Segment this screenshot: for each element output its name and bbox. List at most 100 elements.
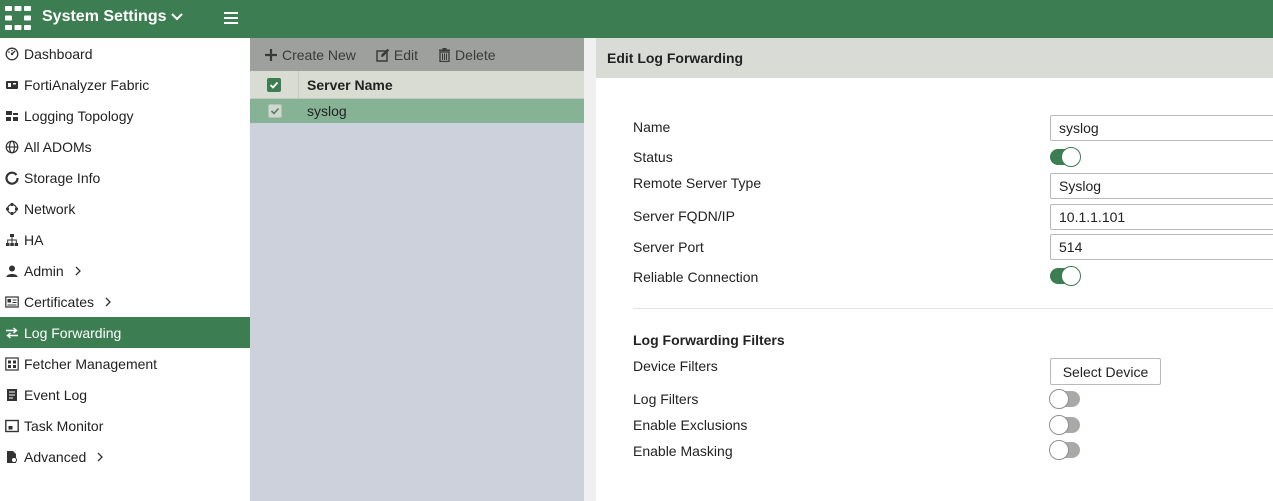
topology-icon (5, 109, 19, 123)
reliable-connection-toggle[interactable] (1050, 266, 1081, 286)
name-label: Name (633, 119, 671, 135)
status-toggle[interactable] (1050, 147, 1081, 167)
edit-button[interactable]: Edit (376, 47, 418, 63)
create-new-button[interactable]: Create New (264, 47, 356, 63)
advanced-icon (5, 450, 19, 464)
hamburger-icon[interactable] (222, 9, 240, 27)
toggle-knob (1049, 415, 1069, 435)
ha-icon (5, 233, 19, 247)
enable-masking-label: Enable Masking (633, 443, 733, 459)
section-divider (633, 308, 1273, 309)
edit-panel-title: Edit Log Forwarding (596, 38, 1273, 78)
chevron-right-icon (96, 452, 104, 462)
sidebar-item-task-monitor[interactable]: Task Monitor (0, 410, 250, 441)
sidebar-item-label: Fetcher Management (24, 355, 158, 372)
app-title: System Settings (42, 8, 167, 25)
event-log-icon (5, 388, 19, 402)
sidebar-item-network[interactable]: Network (0, 193, 250, 224)
sidebar-item-storage-info[interactable]: Storage Info (0, 162, 250, 193)
list-toolbar: Create New Edit Delete (250, 38, 584, 71)
fortinet-logo-icon[interactable] (5, 6, 31, 30)
name-input[interactable]: syslog (1050, 115, 1273, 141)
network-icon (5, 202, 19, 216)
select-device-button[interactable]: Select Device (1050, 358, 1161, 385)
sidebar-item-label: Network (24, 200, 76, 217)
certificate-icon (5, 295, 19, 309)
sidebar-item-label: Logging Topology (24, 107, 134, 124)
sidebar-item-label: Dashboard (24, 45, 93, 62)
select-all-cell (250, 71, 299, 98)
sidebar-item-ha[interactable]: HA (0, 224, 250, 255)
sidebar-item-label: FortiAnalyzer Fabric (24, 76, 150, 93)
sidebar-item-label: All ADOMs (24, 138, 92, 155)
remote-server-type-label: Remote Server Type (633, 175, 762, 191)
top-bar: System Settings (0, 0, 1273, 38)
plus-icon (264, 48, 278, 62)
row-checkbox-cell (250, 99, 299, 123)
sidebar-item-admin[interactable]: Admin (0, 255, 250, 286)
fetcher-icon (5, 356, 19, 371)
trash-icon (438, 47, 451, 62)
user-icon (5, 264, 19, 278)
chevron-right-icon (104, 297, 112, 307)
select-all-checkbox[interactable] (267, 77, 281, 92)
toggle-knob (1061, 266, 1081, 286)
sidebar-item-fortianalyzer-fabric[interactable]: FortiAnalyzer Fabric (0, 69, 250, 100)
list-header: Server Name (250, 71, 584, 99)
sidebar-item-log-forwarding[interactable]: Log Forwarding (0, 317, 250, 348)
sidebar: Dashboard FortiAnalyzer Fabric Logging T… (0, 38, 250, 501)
create-new-label: Create New (282, 46, 356, 63)
sidebar-item-certificates[interactable]: Certificates (0, 286, 250, 317)
edit-icon (376, 48, 390, 62)
server-name-column-header[interactable]: Server Name (299, 77, 393, 93)
status-label: Status (633, 149, 673, 165)
enable-exclusions-label: Enable Exclusions (633, 417, 748, 433)
enable-exclusions-toggle[interactable] (1049, 415, 1080, 435)
sidebar-item-label: Certificates (24, 293, 95, 310)
sidebar-item-logging-topology[interactable]: Logging Topology (0, 100, 250, 131)
toggle-knob (1061, 147, 1081, 167)
sidebar-item-advanced[interactable]: Advanced (0, 441, 250, 472)
task-monitor-icon (5, 419, 19, 433)
row-checkbox[interactable] (267, 104, 282, 118)
log-filters-toggle[interactable] (1049, 389, 1080, 409)
sidebar-item-fetcher-management[interactable]: Fetcher Management (0, 348, 250, 379)
sidebar-item-label: Storage Info (24, 169, 101, 186)
server-port-label: Server Port (633, 239, 704, 255)
log-forwarding-filters-title: Log Forwarding Filters (633, 332, 785, 348)
chevron-right-icon (74, 266, 82, 276)
forwarding-icon (5, 326, 19, 340)
sidebar-item-label: Advanced (24, 448, 87, 465)
storage-icon (5, 171, 19, 185)
fabric-icon (5, 78, 19, 92)
sidebar-item-label: Task Monitor (24, 417, 104, 434)
sidebar-item-label: Log Forwarding (24, 324, 122, 341)
reliable-connection-label: Reliable Connection (633, 269, 759, 285)
remote-server-type-select[interactable]: Syslog (1050, 173, 1273, 199)
panel-splitter[interactable] (584, 38, 596, 501)
enable-masking-toggle[interactable] (1049, 440, 1080, 460)
sidebar-item-dashboard[interactable]: Dashboard (0, 38, 250, 69)
server-port-input[interactable]: 514 (1050, 234, 1273, 260)
delete-button[interactable]: Delete (438, 46, 496, 63)
app-title-dropdown[interactable]: System Settings (42, 8, 184, 26)
edit-log-forwarding-panel: Edit Log Forwarding Name syslog Status R… (596, 38, 1273, 501)
delete-label: Delete (455, 46, 496, 63)
device-filters-label: Device Filters (633, 358, 718, 374)
dashboard-icon (5, 47, 19, 61)
toggle-knob (1049, 389, 1069, 409)
table-row[interactable]: syslog (250, 99, 584, 123)
log-filters-label: Log Filters (633, 391, 699, 407)
server-fqdn-input[interactable]: 10.1.1.101 (1050, 204, 1273, 230)
chevron-down-icon (171, 8, 184, 26)
edit-label: Edit (393, 46, 419, 63)
sidebar-item-label: Event Log (24, 386, 88, 403)
sidebar-item-event-log[interactable]: Event Log (0, 379, 250, 410)
server-fqdn-label: Server FQDN/IP (633, 208, 735, 224)
sidebar-item-label: HA (24, 231, 44, 248)
sidebar-item-all-adoms[interactable]: All ADOMs (0, 131, 250, 162)
sidebar-item-label: Admin (24, 262, 64, 279)
row-server-name: syslog (307, 103, 347, 119)
toggle-knob (1049, 440, 1069, 460)
log-forwarding-list-panel: Create New Edit Delete Server Name syslo… (250, 38, 584, 501)
